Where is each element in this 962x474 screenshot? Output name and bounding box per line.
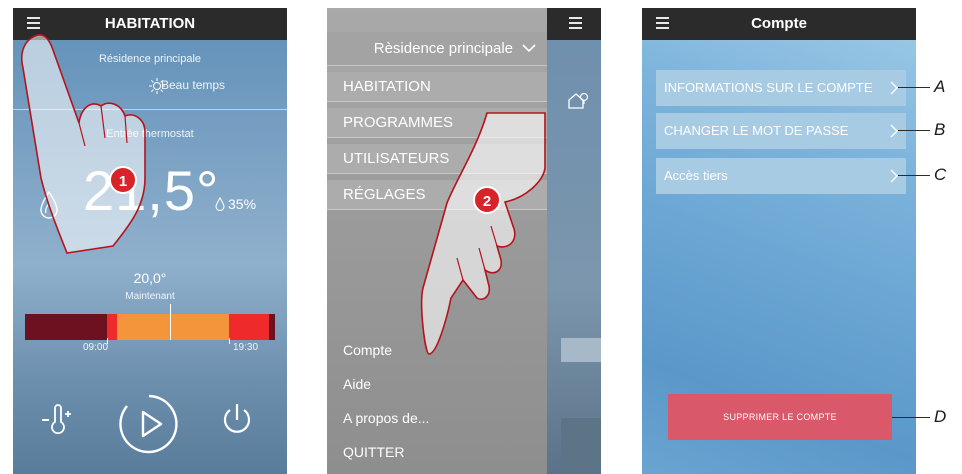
callout-c: C — [934, 165, 947, 184]
phone-screen-habitation: HABITATION Résidence principale Beau tem… — [13, 8, 287, 474]
setpoint-temperature: 20,0° — [133, 270, 167, 286]
callout-d: D — [934, 407, 947, 426]
callout-line-b — [898, 130, 930, 131]
menu-item-compte[interactable]: Compte — [343, 342, 392, 358]
phone-screen-menu: Rèsidence principale HABITATION PROGRAMM… — [327, 8, 601, 474]
location-selector[interactable]: Rèsidence principale — [327, 32, 547, 66]
time-start-label: 09:00 — [83, 342, 109, 353]
page-title: Compte — [751, 15, 807, 32]
change-password-button[interactable]: CHANGER LE MOT DE PASSE — [656, 113, 906, 149]
delete-account-button[interactable]: SUPPRIMER LE COMPTE — [668, 394, 892, 440]
account-info-label: INFORMATIONS SUR LE COMPTE — [664, 80, 873, 95]
third-party-access-label: Accès tiers — [664, 168, 728, 183]
pointing-hand-illustration — [20, 34, 146, 254]
top-bar — [547, 8, 601, 40]
now-marker — [170, 304, 171, 340]
power-icon[interactable] — [219, 400, 255, 440]
callout-b: B — [934, 120, 946, 139]
background-block — [561, 338, 601, 362]
menu-item-habitation[interactable]: HABITATION — [327, 72, 547, 102]
phone-screen-compte: Compte INFORMATIONS SUR LE COMPTE CHANGE… — [642, 8, 916, 474]
step-badge-1: 1 — [109, 166, 137, 194]
background-block — [561, 418, 601, 466]
change-password-label: CHANGER LE MOT DE PASSE — [664, 123, 849, 138]
chevron-right-icon — [890, 124, 898, 138]
chevron-right-icon — [890, 81, 898, 95]
top-bar: Compte — [642, 8, 916, 40]
home-icon[interactable] — [567, 90, 589, 110]
callout-line-d — [892, 417, 930, 418]
callout-a: A — [934, 77, 946, 96]
time-end-label: 19:30 — [233, 342, 259, 353]
pointing-hand-illustration — [420, 112, 546, 355]
play-icon[interactable] — [117, 392, 181, 456]
humidity-drop-icon — [215, 197, 225, 211]
humidity-value: 35% — [228, 196, 257, 212]
time-tick — [229, 338, 230, 344]
chevron-right-icon — [890, 169, 898, 183]
callout-line-a — [898, 87, 930, 88]
callout-line-c — [898, 175, 930, 176]
time-program-bar[interactable] — [25, 314, 275, 340]
step-badge-2: 2 — [473, 186, 501, 214]
background-screen — [547, 8, 601, 474]
menu-item-a-propos[interactable]: A propos de... — [343, 410, 429, 426]
third-party-access-button[interactable]: Accès tiers — [656, 158, 906, 194]
now-label: Maintenant — [125, 291, 175, 302]
menu-item-quitter[interactable]: QUITTER — [343, 444, 404, 460]
menu-item-aide[interactable]: Aide — [343, 376, 371, 392]
thermometer-plus-icon[interactable] — [39, 400, 79, 440]
weather-label: Beau temps — [161, 78, 226, 92]
hamburger-icon[interactable] — [569, 17, 582, 29]
chevron-down-icon[interactable] — [522, 41, 536, 55]
account-info-button[interactable]: INFORMATIONS SUR LE COMPTE — [656, 70, 906, 106]
